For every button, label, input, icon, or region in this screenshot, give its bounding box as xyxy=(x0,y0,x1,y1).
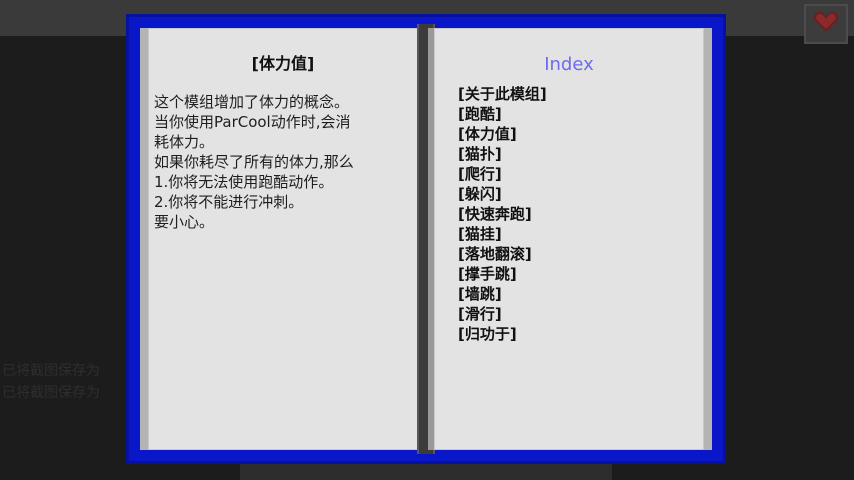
chat-line: 已将截图保存为 xyxy=(2,385,100,401)
index-item-parkour[interactable]: [跑酷] xyxy=(458,104,547,124)
index-item-stamina[interactable]: [体力值] xyxy=(458,124,547,144)
body-line: 这个模组增加了体力的概念。 xyxy=(154,93,350,111)
index-title: Index xyxy=(544,54,594,75)
body-line: 2.你将不能进行冲刺。 xyxy=(154,193,304,211)
index-item-crawl[interactable]: [爬行] xyxy=(458,164,547,184)
index-item-fast-run[interactable]: [快速奔跑] xyxy=(458,204,547,224)
chat-line: 已将截图保存为 xyxy=(2,363,100,379)
heart-slot xyxy=(804,4,848,44)
index-item-slide[interactable]: [滑行] xyxy=(458,304,547,324)
page-body: 这个模组增加了体力的概念。 当你使用ParCool动作时,会消 耗体力。 如果你… xyxy=(154,92,414,232)
index-item-about[interactable]: [关于此模组] xyxy=(458,84,547,104)
body-line: 1.你将无法使用跑酷动作。 xyxy=(154,173,334,191)
index-item-wall-jump[interactable]: [墙跳] xyxy=(458,284,547,304)
body-line: 如果你耗尽了所有的体力,那么 xyxy=(154,153,354,171)
book: [体力值] 这个模组增加了体力的概念。 当你使用ParCool动作时,会消 耗体… xyxy=(126,14,726,464)
heart-icon xyxy=(813,10,839,38)
index-item-credits[interactable]: [归功于] xyxy=(458,324,547,344)
index-item-cling[interactable]: [猫挂] xyxy=(458,224,547,244)
body-line: 当你使用ParCool动作时,会消 xyxy=(154,113,351,131)
body-line: 耗体力。 xyxy=(154,133,215,151)
index-item-cat-leap[interactable]: [猫扑] xyxy=(458,144,547,164)
right-page: Index [关于此模组] [跑酷] [体力值] [猫扑] [爬行] [躲闪] … xyxy=(428,28,712,450)
body-line: 要小心。 xyxy=(154,213,215,231)
index-item-dodge[interactable]: [躲闪] xyxy=(458,184,547,204)
page-title: [体力值] xyxy=(251,54,315,73)
index-item-breakfall[interactable]: [落地翻滚] xyxy=(458,244,547,264)
left-page: [体力值] 这个模组增加了体力的概念。 当你使用ParCool动作时,会消 耗体… xyxy=(140,28,424,450)
index-item-vault[interactable]: [撑手跳] xyxy=(458,264,547,284)
index-list: [关于此模组] [跑酷] [体力值] [猫扑] [爬行] [躲闪] [快速奔跑]… xyxy=(458,84,547,344)
